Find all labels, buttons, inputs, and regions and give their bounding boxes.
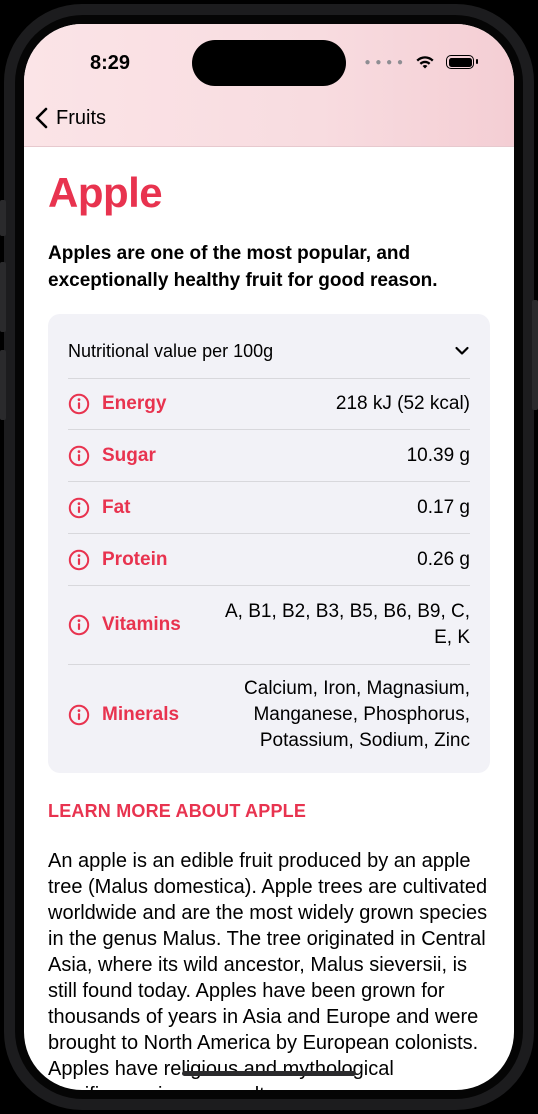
dynamic-island	[192, 40, 346, 86]
nutrient-value: Calcium, Iron, Magnasium, Manganese, Pho…	[244, 678, 470, 751]
nutrition-disclosure[interactable]: Nutritional value per 100g	[68, 324, 470, 379]
nutrient-row-vitamins: Vitamins A, B1, B2, B3, B5, B6, B9, C, E…	[68, 586, 470, 665]
nutrient-label: Energy	[102, 393, 167, 414]
info-icon[interactable]	[68, 614, 90, 636]
nutrient-row-fat: Fat 0.17 g	[68, 482, 470, 534]
nutrient-value: 0.26 g	[417, 548, 470, 570]
navigation-header: 8:29 ● ● ● ● Fruits	[24, 24, 514, 147]
nutrient-label: Sugar	[102, 444, 156, 466]
learn-more-heading: LEARN MORE ABOUT APPLE	[48, 801, 307, 821]
fruit-detail: Apple Apples are one of the most popular…	[48, 146, 490, 1090]
power-button	[532, 300, 538, 410]
nutrient-row-sugar: Sugar 10.39 g	[68, 430, 470, 482]
fruit-headline: Apples are one of the most popular, and …	[48, 243, 438, 291]
status-icons: ● ● ● ●	[364, 54, 478, 70]
info-icon[interactable]	[68, 445, 90, 467]
nutrient-row-energy: Energy 218 kJ (52 kcal)	[68, 379, 470, 430]
chevron-left-icon	[35, 107, 48, 129]
info-icon[interactable]	[68, 393, 90, 415]
nutrient-value: 218 kJ (52 kcal)	[335, 393, 470, 414]
nutrient-value: 0.17 g	[417, 496, 470, 518]
status-time: 8:29	[90, 52, 131, 74]
home-indicator[interactable]	[182, 1071, 356, 1076]
page-title: Apple	[48, 169, 163, 216]
silent-switch	[0, 200, 6, 236]
wifi-icon	[416, 56, 434, 69]
nutrient-value: A, B1, B2, B3, B5, B6, B9, C, E, K	[224, 601, 470, 648]
nutrition-title: Nutritional value per 100g	[68, 340, 274, 361]
nutrient-value: 10.39 g	[406, 444, 470, 466]
info-icon[interactable]	[68, 549, 90, 571]
back-button-label: Fruits	[56, 106, 106, 129]
nutrient-label: Fat	[102, 496, 131, 518]
signal-dots-icon: ● ● ● ●	[364, 56, 404, 68]
info-icon[interactable]	[68, 704, 90, 726]
info-icon[interactable]	[68, 497, 90, 519]
nutrition-card: Nutritional value per 100g Energy 218 kJ…	[48, 314, 490, 773]
nutrient-label: Minerals	[102, 704, 180, 725]
volume-down-button	[0, 350, 6, 420]
battery-icon	[446, 55, 478, 69]
back-button[interactable]: Fruits	[34, 106, 106, 130]
nutrient-row-protein: Protein 0.26 g	[68, 534, 470, 586]
chevron-down-icon	[455, 346, 469, 355]
nutrient-row-minerals: Minerals Calcium, Iron, Magnasium, Manga…	[68, 665, 470, 765]
screen: 8:29 ● ● ● ● Fruits Apple Apples are one…	[24, 24, 514, 1090]
fruit-description: An apple is an edible fruit produced by …	[48, 850, 488, 1090]
nutrient-label: Vitamins	[102, 614, 181, 635]
volume-up-button	[0, 262, 6, 332]
nutrient-label: Protein	[102, 548, 168, 570]
